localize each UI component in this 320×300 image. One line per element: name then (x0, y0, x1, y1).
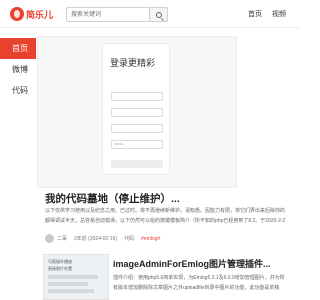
post-date: 2年前 (2024-02-16) (74, 236, 118, 242)
search-icon (155, 11, 162, 18)
logo-icon (10, 7, 24, 21)
post-excerpt-line: 有版本增加删除除文章图片之外uploadfile目录中图片的功能，此功能是单独 (113, 285, 280, 291)
login-field (111, 124, 163, 133)
search-input[interactable] (66, 7, 150, 22)
thumb-subtitle: 直接图片外置 (48, 266, 72, 271)
post-excerpt-line: 都得调试半天，总容易自动错误，以下仍然可以给的按键模板简介（所不知的php已经用… (45, 218, 286, 224)
login-field (111, 108, 163, 117)
post-author[interactable]: 二呆 (57, 235, 67, 242)
thumb-title: 可直接外播放 (48, 259, 72, 264)
sidebar-item-code[interactable]: 代码 (0, 80, 36, 101)
nav-item-home[interactable]: 首页 (248, 9, 262, 19)
search-button[interactable] (150, 7, 168, 22)
post-excerpt-line: 以下仅供学习使用以及纪念之用。已过时。将不再继续新维护。请知悉。因能力有限，将它… (45, 208, 286, 214)
sidebar: 首页 微博 代码 (0, 38, 36, 101)
login-button-preview (111, 160, 163, 168)
avatar[interactable] (45, 234, 54, 243)
sidebar-item-weibo[interactable]: 微博 (0, 59, 36, 80)
post-meta: 二呆 2年前 (2024-02-16) 代码 #emlog# (45, 234, 160, 243)
thumb-row (48, 275, 98, 279)
site-logo[interactable]: 简乐儿 (10, 5, 53, 23)
login-title: 登录更精彩 (110, 58, 156, 68)
login-card-preview: 登录更精彩 4f6d6a (102, 43, 170, 175)
post-category[interactable]: 代码 (124, 235, 134, 242)
post-title[interactable]: imageAdminForEmlog图片管理插件... (113, 257, 300, 270)
post-excerpt-line: 插件介绍：使用php5.6简单实现，为Emlog5.3.1及6.0.0增加管理图… (113, 275, 285, 281)
sidebar-item-home[interactable]: 首页 (0, 38, 36, 59)
logo-text: 简乐儿 (26, 9, 54, 20)
top-nav: 首页 视频 (248, 9, 286, 19)
post-tag[interactable]: #emlog# (141, 236, 160, 242)
thumb-row (48, 282, 88, 286)
login-field (111, 92, 163, 101)
post-title[interactable]: 我的代码墓地（停止维护）... (45, 191, 300, 206)
post-image[interactable]: 登录更精彩 4f6d6a (37, 36, 237, 188)
top-header: 简乐儿 首页 视频 (0, 0, 300, 28)
nav-item-video[interactable]: 视频 (272, 9, 286, 19)
thumb-row (48, 289, 94, 293)
login-captcha-field: 4f6d6a (111, 140, 163, 149)
post-list: 登录更精彩 4f6d6a 我的代码墓地（停止维护）... 以下仅供学习使用以及纪… (37, 36, 300, 300)
post-thumbnail[interactable]: 可直接外播放 直接图片外置 (43, 254, 109, 300)
